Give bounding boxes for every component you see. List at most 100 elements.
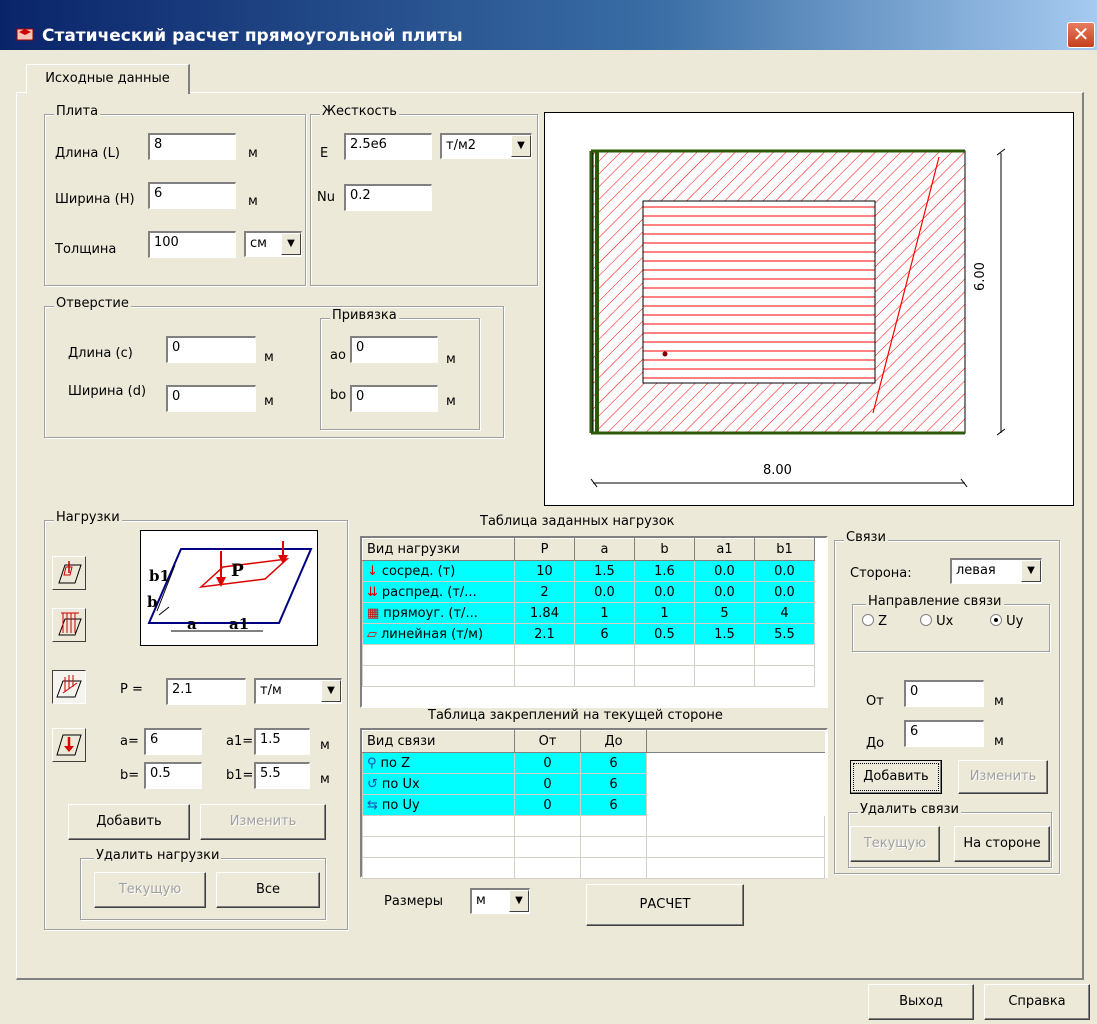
p-input[interactable]: 2.1 (166, 678, 246, 705)
anchor-group (320, 318, 480, 430)
add-support-button[interactable]: Добавить (850, 760, 942, 794)
cell-b[interactable]: 0.5 (634, 623, 695, 645)
load-row-name: распред. (т/... (381, 584, 477, 600)
support-type-cell[interactable]: ↺ по Ux (362, 773, 515, 795)
table-row[interactable]: ⚲ по Z06 (362, 752, 825, 774)
cell-a1[interactable]: 1.5 (694, 623, 755, 645)
cell-to[interactable]: 6 (580, 752, 647, 774)
window-title: Статический расчет прямоугольной плиты (42, 26, 463, 46)
cell-a1[interactable]: 0.0 (694, 581, 755, 603)
support-from-unit: м (994, 694, 1004, 709)
col-load-type[interactable]: Вид нагрузки (362, 538, 515, 561)
sizes-select[interactable]: м ▼ (470, 888, 530, 914)
cell-from[interactable]: 0 (514, 752, 581, 774)
nu-input[interactable]: 0.2 (344, 184, 432, 211)
e-input[interactable]: 2.5e6 (344, 133, 432, 160)
plate-length-input[interactable]: 8 (148, 133, 236, 160)
cell-b1[interactable]: 0.0 (754, 581, 815, 603)
cell-a1[interactable]: 0.0 (694, 560, 755, 582)
ao-input[interactable]: 0 (350, 336, 438, 363)
support-from-input[interactable]: 0 (904, 680, 984, 707)
support-type-cell[interactable]: ⚲ по Z (362, 752, 515, 774)
cell-p[interactable]: 1.84 (514, 602, 575, 624)
opening-width-input[interactable]: 0 (166, 385, 256, 412)
col-a1[interactable]: a1 (694, 538, 755, 561)
edit-load-button[interactable]: Изменить (200, 804, 326, 840)
side-select[interactable]: левая ▼ (950, 558, 1042, 584)
help-button[interactable]: Справка (984, 984, 1090, 1020)
supports-table[interactable]: Вид связи От До ⚲ по Z 0 6 ↺ по Ux 0 6 ⇆ по Uy 0 6 (360, 728, 828, 879)
cell-b[interactable]: 0.0 (634, 581, 695, 603)
b1-input[interactable]: 5.5 (254, 762, 310, 789)
tab-input-data[interactable]: Исходные данные (26, 64, 190, 94)
load-type-cell[interactable]: ⇊ распред. (т/... (362, 581, 515, 603)
plate-width-input[interactable]: 6 (148, 182, 236, 209)
close-button[interactable]: ✕ (1067, 22, 1095, 48)
b-input[interactable]: 0.5 (144, 762, 202, 789)
support-type-cell[interactable]: ⇆ по Uy (362, 794, 515, 816)
table-row[interactable]: ⇆ по Uy 0 6 (362, 794, 825, 816)
cell-a[interactable]: 6 (574, 623, 635, 645)
col-p[interactable]: P (514, 538, 575, 561)
cell-b[interactable]: 1.6 (634, 560, 695, 582)
cell-p[interactable]: 10 (514, 560, 575, 582)
cell-a[interactable]: 0.0 (574, 581, 635, 603)
e-unit-select[interactable]: т/м2 ▼ (440, 133, 532, 159)
delete-current-load-button[interactable]: Текущую (94, 872, 206, 908)
load-type-button-concentrated[interactable] (52, 728, 86, 762)
bo-input[interactable]: 0 (350, 385, 438, 412)
col-from[interactable]: От (514, 730, 581, 753)
a-input[interactable]: 6 (144, 728, 202, 755)
delete-side-supports-button[interactable]: На стороне (954, 826, 1050, 862)
cell-p[interactable]: 2 (514, 581, 575, 603)
direction-radio-ux[interactable]: Ux (920, 614, 953, 629)
cell-p[interactable]: 2.1 (514, 623, 575, 645)
opening-length-input[interactable]: 0 (166, 336, 256, 363)
p-unit-select[interactable]: т/м ▼ (254, 678, 342, 704)
cell-to[interactable]: 6 (580, 773, 647, 795)
direction-radio-uy[interactable]: Uy (990, 614, 1023, 629)
table-row[interactable]: ▦ прямоуг. (т/... 1.84 1 1 5 4 (362, 602, 815, 624)
close-icon: ✕ (1072, 22, 1090, 46)
col-b1[interactable]: b1 (754, 538, 815, 561)
plate-thickness-unit-select[interactable]: см ▼ (244, 231, 302, 257)
calculate-button[interactable]: РАСЧЕТ (586, 884, 744, 926)
load-type-cell[interactable]: ▦ прямоуг. (т/... (362, 602, 515, 624)
cell-b1[interactable]: 4 (754, 602, 815, 624)
load-type-cell[interactable]: ▱ линейная (т/м) (362, 623, 515, 645)
delete-current-support-button[interactable]: Текущую (850, 826, 940, 862)
cell-b[interactable]: 1 (634, 602, 695, 624)
col-a[interactable]: a (574, 538, 635, 561)
direction-radio-z[interactable]: Z (862, 614, 887, 629)
load-type-button-distributed[interactable] (52, 608, 86, 642)
col-support-type[interactable]: Вид связи (362, 730, 515, 753)
col-b[interactable]: b (634, 538, 695, 561)
cell-from[interactable]: 0 (514, 773, 581, 795)
loads-table[interactable]: Вид нагрузки P a b a1 b1 ↓ сосред. (т) 10 1… (360, 536, 828, 708)
table-row[interactable]: ⇊ распред. (т/... 2 0.0 0.0 0.0 0.0 (362, 581, 815, 603)
delete-all-loads-button[interactable]: Все (216, 872, 320, 908)
add-load-button[interactable]: Добавить (68, 804, 190, 840)
cell-b1[interactable]: 5.5 (754, 623, 815, 645)
loads-group-label: Нагрузки (54, 510, 122, 525)
empty-row (362, 857, 825, 879)
plate-thickness-input[interactable]: 100 (148, 231, 236, 258)
load-type-button-linear[interactable] (52, 670, 86, 704)
cell-b1[interactable]: 0.0 (754, 560, 815, 582)
exit-button[interactable]: Выход (868, 984, 974, 1020)
load-type-button-point[interactable] (52, 556, 86, 590)
col-to[interactable]: До (580, 730, 647, 753)
a1-input[interactable]: 1.5 (254, 728, 310, 755)
table-row[interactable]: ▱ линейная (т/м) 2.1 6 0.5 1.5 5.5 (362, 623, 815, 645)
support-to-input[interactable]: 6 (904, 720, 984, 747)
cell-a[interactable]: 1 (574, 602, 635, 624)
cell-from[interactable]: 0 (514, 794, 581, 816)
plate-thickness-unit-value: см (250, 236, 267, 251)
table-row[interactable]: ↺ по Ux 0 6 (362, 773, 825, 795)
cell-a1[interactable]: 5 (694, 602, 755, 624)
edit-support-button[interactable]: Изменить (958, 760, 1048, 794)
table-row[interactable]: ↓ сосред. (т) 10 1.5 1.6 0.0 0.0 (362, 560, 815, 582)
load-type-cell[interactable]: ↓ сосред. (т) (362, 560, 515, 582)
cell-a[interactable]: 1.5 (574, 560, 635, 582)
cell-to[interactable]: 6 (580, 794, 647, 816)
